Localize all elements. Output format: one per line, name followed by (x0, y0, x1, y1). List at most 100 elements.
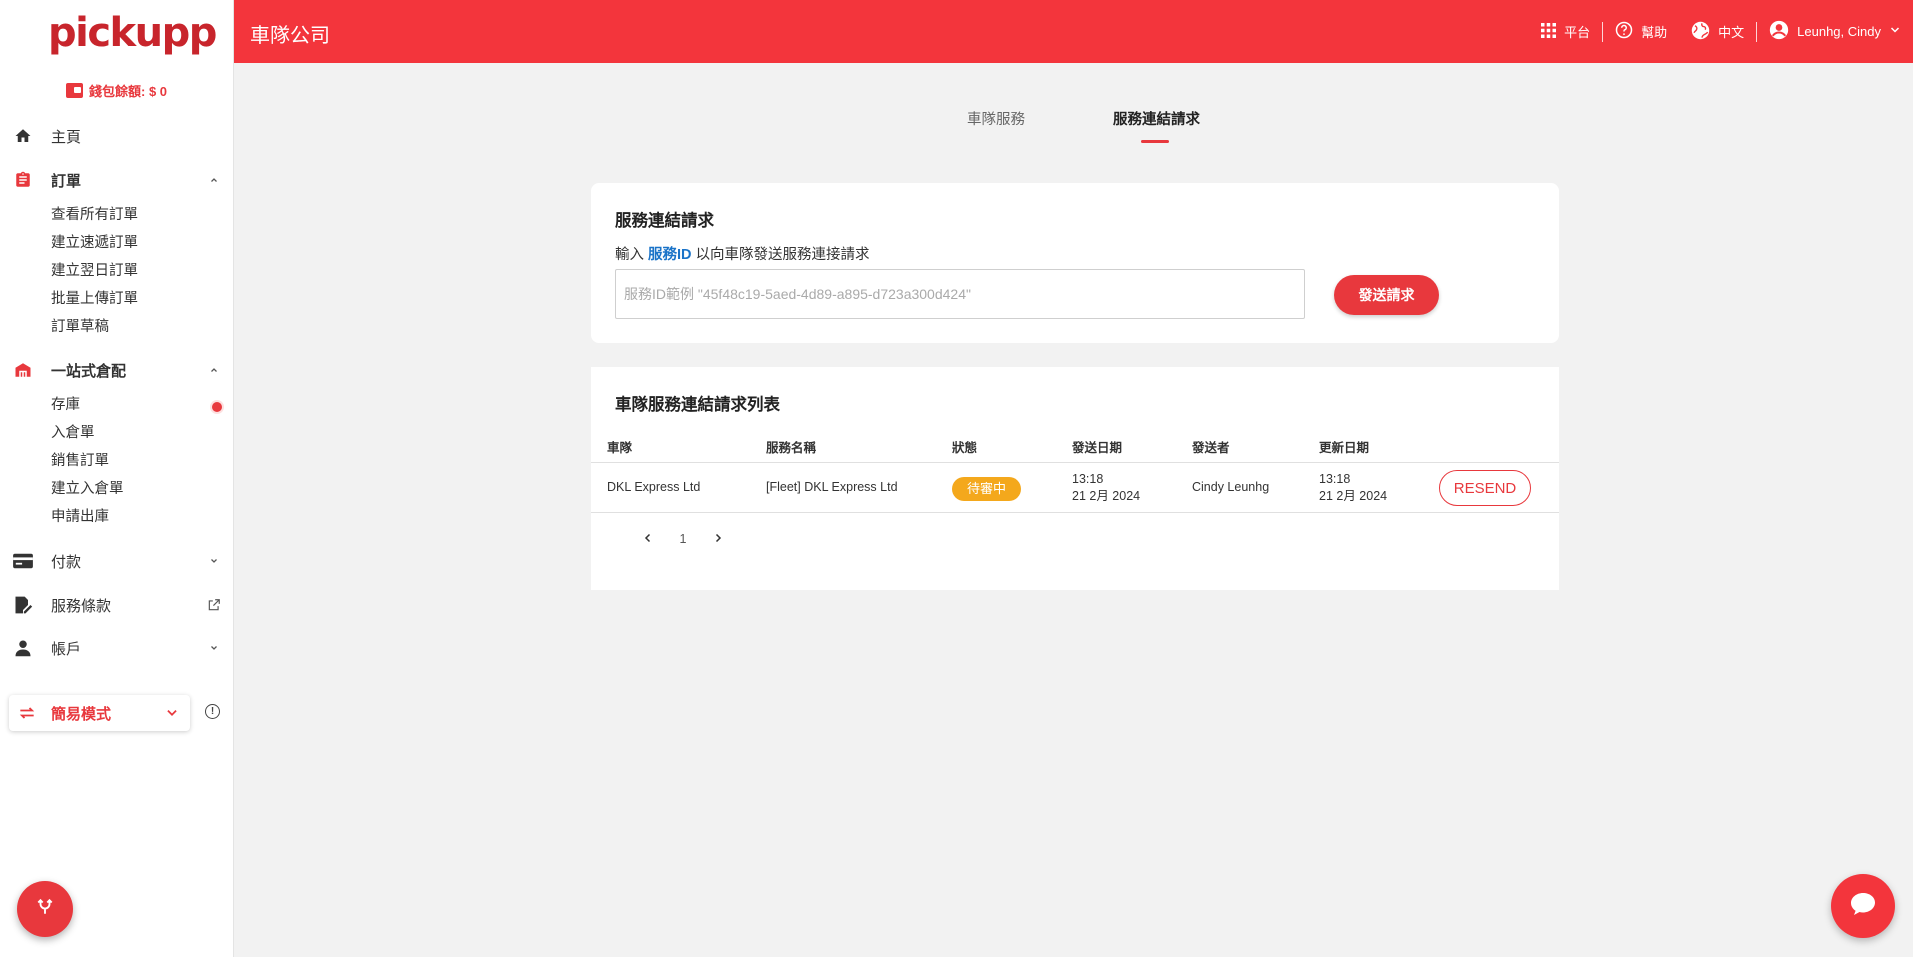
next-page-button[interactable] (709, 530, 727, 548)
cell-sender: Cindy Leunhg (1192, 480, 1270, 494)
table-divider (591, 512, 1559, 513)
sidebar-subitem-inbound[interactable]: 入倉單 (51, 422, 95, 444)
active-tab-indicator (1141, 140, 1169, 143)
sidebar-subitem-sales-orders[interactable]: 銷售訂單 (51, 450, 109, 472)
sidebar-item-label: 付款 (51, 553, 82, 571)
page-title: 車隊公司 (250, 25, 330, 47)
chevron-down-icon (206, 640, 222, 656)
language-switcher[interactable]: 中文 (1679, 21, 1756, 43)
sidebar-item-payment[interactable]: 付款 (0, 545, 234, 577)
column-header-sent-date: 發送日期 (1072, 441, 1123, 455)
sidebar-item-label: 一站式倉配 (51, 362, 127, 380)
desc-suffix: 以向車隊發送服務連接請求 (695, 247, 870, 263)
sidebar-item-warehouse[interactable]: 一站式倉配 (0, 354, 234, 386)
platform-menu[interactable]: 平台 (1529, 22, 1602, 41)
sent-date: 21 2月 2024 (1072, 489, 1141, 503)
chevron-down-icon (1889, 24, 1901, 39)
sidebar-item-label: 服務條款 (51, 597, 112, 615)
chevron-up-icon (206, 362, 222, 378)
sidebar-subitem-bulk-upload[interactable]: 批量上傳訂單 (51, 288, 138, 310)
column-header-fleet: 車隊 (607, 441, 633, 455)
updated-date: 21 2月 2024 (1319, 489, 1388, 503)
tab-fleet-service[interactable]: 車隊服務 (967, 108, 1025, 129)
column-header-sender: 發送者 (1192, 441, 1230, 455)
request-card: 服務連結請求 輸入 服務ID 以向車隊發送服務連接請求 發送請求 (591, 183, 1559, 343)
top-header: 車隊公司 平台 幫助 中文 Leunhg, Cindy (234, 0, 1913, 63)
resend-button[interactable]: RESEND (1439, 470, 1531, 506)
globe-icon (1691, 21, 1710, 43)
desc-prefix: 輸入 (615, 247, 644, 263)
person-icon (12, 637, 34, 659)
cell-service-name: [Fleet] DKL Express Ltd (766, 480, 898, 494)
help-label: 幫助 (1641, 25, 1668, 40)
help-menu[interactable]: 幫助 (1603, 21, 1679, 42)
request-card-title: 服務連結請求 (615, 212, 714, 230)
request-list-title: 車隊服務連結請求列表 (615, 396, 780, 414)
updated-time: 13:18 (1319, 472, 1351, 486)
document-sign-icon (12, 594, 34, 616)
warehouse-icon (12, 359, 34, 381)
sidebar-subitem-express-order[interactable]: 建立速遞訂單 (51, 232, 138, 254)
sidebar-subitem-next-day-order[interactable]: 建立翌日訂單 (51, 260, 138, 282)
sidebar-item-label: 訂單 (51, 172, 82, 190)
credit-card-icon (12, 550, 34, 572)
wallet-balance[interactable]: 錢包餘額: $ 0 (66, 81, 167, 100)
sidebar-subitem-all-orders[interactable]: 查看所有訂單 (51, 204, 138, 226)
user-menu[interactable]: Leunhg, Cindy (1757, 20, 1913, 43)
cell-fleet: DKL Express Ltd (607, 480, 701, 494)
sidebar-subitem-create-inbound[interactable]: 建立入倉單 (51, 478, 124, 500)
column-header-service-name: 服務名稱 (766, 441, 817, 455)
user-name: Leunhg, Cindy (1797, 24, 1881, 39)
chevron-down-icon (206, 553, 222, 569)
simple-mode-label: 簡易模式 (51, 705, 112, 723)
service-id-input[interactable] (615, 269, 1305, 319)
fork-icon (36, 898, 54, 921)
sidebar-item-label: 主頁 (51, 128, 82, 146)
sent-time: 13:18 (1072, 472, 1104, 486)
chevron-left-icon (642, 532, 654, 547)
service-id-link[interactable]: 服務ID (648, 247, 692, 263)
sidebar-subitem-inventory[interactable]: 存庫 (51, 394, 80, 416)
chevron-down-icon (165, 706, 179, 725)
page-number[interactable]: 1 (674, 530, 692, 548)
help-icon (1615, 21, 1633, 42)
simple-mode-toggle[interactable]: 簡易模式 (9, 695, 190, 731)
cell-updated-date: 13:18 21 2月 2024 (1319, 471, 1387, 505)
status-badge: 待審中 (952, 477, 1022, 501)
table-divider (591, 462, 1559, 463)
wallet-icon (66, 83, 83, 98)
chat-bubble-icon (1850, 892, 1876, 921)
home-icon (12, 125, 34, 147)
logo[interactable]: pickupp (48, 10, 217, 56)
column-header-status: 狀態 (952, 441, 978, 455)
send-request-button[interactable]: 發送請求 (1334, 275, 1439, 315)
language-label: 中文 (1718, 25, 1745, 40)
chevron-right-icon (712, 532, 724, 547)
sidebar-subitem-drafts[interactable]: 訂單草稿 (51, 316, 109, 338)
platform-label: 平台 (1564, 25, 1591, 40)
info-icon[interactable]: ! (205, 704, 220, 719)
clipboard-icon (12, 169, 34, 191)
chevron-up-icon (206, 172, 222, 188)
cell-sent-date: 13:18 21 2月 2024 (1072, 471, 1140, 505)
request-card-description: 輸入 服務ID 以向車隊發送服務連接請求 (615, 243, 870, 264)
wallet-balance-label: 錢包餘額: $ 0 (89, 84, 168, 99)
sidebar-subitem-outbound[interactable]: 申請出庫 (51, 506, 109, 528)
sidebar-item-label: 帳戶 (51, 640, 82, 658)
notification-dot (212, 402, 222, 412)
sidebar-item-terms[interactable]: 服務條款 (0, 589, 234, 621)
fork-action-button[interactable] (17, 881, 73, 937)
tab-service-link-request[interactable]: 服務連結請求 (1113, 108, 1200, 129)
sidebar-item-home[interactable]: 主頁 (0, 120, 234, 152)
account-circle-icon (1769, 20, 1789, 43)
sidebar-item-orders[interactable]: 訂單 (0, 164, 234, 196)
prev-page-button[interactable] (639, 530, 657, 548)
swap-icon (17, 703, 37, 728)
header-actions: 平台 幫助 中文 Leunhg, Cindy (1529, 0, 1913, 63)
external-link-icon (206, 597, 222, 613)
chat-button[interactable] (1831, 874, 1895, 938)
sidebar-item-account[interactable]: 帳戶 (0, 632, 234, 664)
grid-icon (1541, 22, 1557, 41)
sidebar: pickupp 錢包餘額: $ 0 主頁 訂單 查看所有訂單 建立速遞訂單 建立… (0, 0, 234, 957)
request-list-card: 車隊服務連結請求列表 車隊 服務名稱 狀態 發送日期 發送者 更新日期 DKL … (591, 367, 1559, 590)
